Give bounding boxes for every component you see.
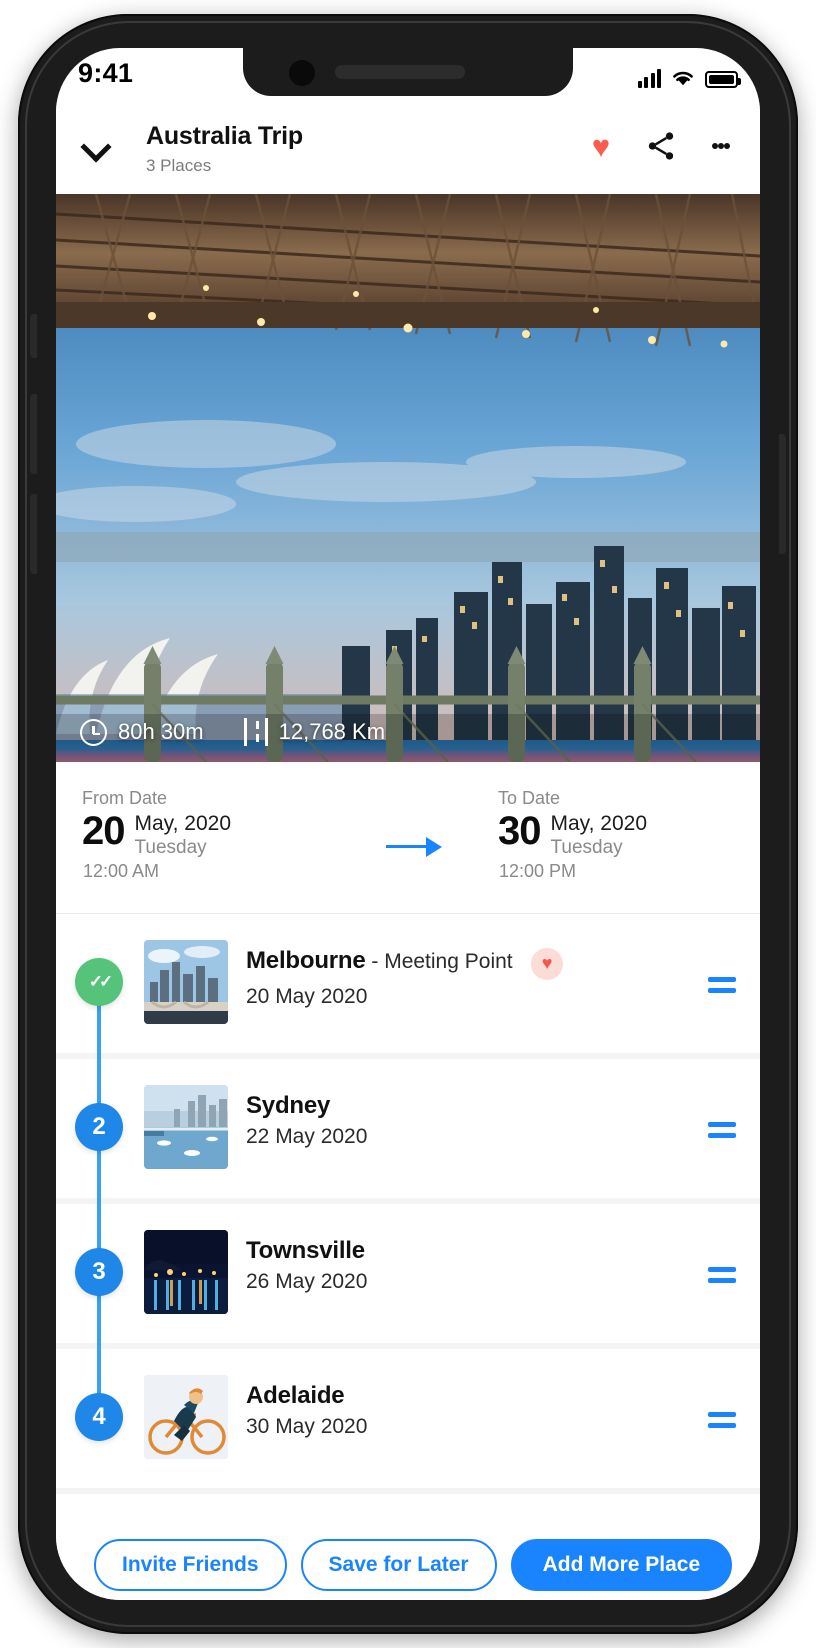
- place-date: 20 May 2020: [246, 984, 368, 1008]
- to-date-time: 12:00 PM: [499, 860, 577, 881]
- to-date-day: 30: [498, 809, 541, 853]
- power-button[interactable]: [779, 434, 786, 554]
- volume-up-button[interactable]: [30, 394, 37, 474]
- from-date-time: 12:00 AM: [83, 860, 160, 881]
- heart-icon[interactable]: ♥: [584, 129, 618, 163]
- timeline-marker: 4: [75, 1393, 123, 1441]
- to-date-month-year: May, 2020: [550, 812, 648, 835]
- place-date: 30 May 2020: [246, 1415, 368, 1438]
- places-count: 3 Places: [146, 156, 212, 175]
- place-name: Adelaide: [246, 1382, 345, 1409]
- timeline-marker: 3: [75, 1248, 123, 1296]
- date-range-row: From Date 20 May, 2020 Tuesday 12:00 AM …: [56, 762, 760, 914]
- to-date-weekday: Tuesday: [550, 836, 623, 858]
- list-item[interactable]: 3 Townsville 26 May 2020: [56, 1204, 760, 1349]
- from-date-weekday: Tuesday: [134, 836, 207, 858]
- place-thumbnail: [144, 1230, 228, 1314]
- status-indicators: [637, 62, 741, 88]
- drag-handle-icon[interactable]: [708, 1412, 736, 1434]
- place-date: 22 May 2020: [246, 1125, 368, 1148]
- trip-duration-value: 80h 30m: [118, 719, 204, 744]
- place-thumbnail: [144, 940, 228, 1024]
- arrow-right-icon: [386, 836, 442, 858]
- to-date[interactable]: To Date 30 May, 2020 Tuesday 12:00 PM: [498, 788, 647, 882]
- timeline-marker-completed: [75, 958, 123, 1006]
- earpiece-speaker: [335, 65, 465, 79]
- trip-distance: 12,768 Km: [243, 718, 386, 746]
- notch: [243, 48, 573, 96]
- place-tag: - Meeting Point: [365, 950, 513, 973]
- trip-duration: 80h 30m: [80, 718, 204, 746]
- road-icon: [243, 718, 268, 746]
- from-date-day: 20: [82, 809, 125, 853]
- drag-handle-icon[interactable]: [708, 977, 736, 999]
- list-item[interactable]: 2 Sydney 22 May 2020: [56, 1059, 760, 1204]
- wifi-icon: [673, 71, 693, 86]
- place-name: Townsville: [246, 1237, 365, 1264]
- more-vertical-icon[interactable]: [704, 129, 738, 163]
- place-meta: Townsville 26 May 2020: [246, 1237, 680, 1294]
- phone-screen: 9:41 Australia Trip 3 Places ♥ 80h 30m 1…: [56, 48, 760, 1600]
- app-header: Australia Trip 3 Places ♥: [56, 102, 760, 194]
- silent-switch[interactable]: [30, 314, 37, 358]
- place-meta: Sydney 22 May 2020: [246, 1092, 680, 1149]
- place-meta: Melbourne - Meeting Point ♥ 20 May 2020: [246, 947, 680, 1009]
- add-more-place-button[interactable]: Add More Place: [510, 1539, 733, 1591]
- place-thumbnail: [144, 1085, 228, 1169]
- timeline-connector: [97, 966, 101, 1438]
- invite-friends-button[interactable]: Invite Friends: [94, 1539, 287, 1591]
- timeline-marker: 2: [75, 1103, 123, 1151]
- heart-icon[interactable]: ♥: [531, 947, 564, 980]
- from-date-label: From Date: [82, 788, 168, 808]
- place-name: Melbourne: [246, 947, 366, 974]
- list-item[interactable]: Melbourne - Meeting Point ♥ 20 May 2020: [56, 914, 760, 1059]
- save-for-later-button[interactable]: Save for Later: [300, 1539, 497, 1591]
- place-name: Sydney: [246, 1092, 331, 1119]
- bottom-action-bar: Invite Friends Save for Later Add More P…: [56, 1530, 760, 1600]
- place-date: 26 May 2020: [246, 1270, 368, 1293]
- volume-down-button[interactable]: [30, 494, 37, 574]
- trip-stats: 80h 30m 12,768 Km: [80, 718, 385, 746]
- screenshot-stage: 9:41 Australia Trip 3 Places ♥ 80h 30m 1…: [0, 0, 816, 1648]
- from-date[interactable]: From Date 20 May, 2020 Tuesday 12:00 AM: [82, 788, 231, 882]
- header-actions: ♥: [584, 124, 738, 168]
- status-time: 9:41: [78, 58, 134, 88]
- front-camera-icon: [289, 60, 315, 86]
- drag-handle-icon[interactable]: [708, 1122, 736, 1144]
- places-timeline: Melbourne - Meeting Point ♥ 20 May 2020 …: [56, 914, 760, 1534]
- page-title: Australia Trip: [146, 122, 303, 150]
- hero-image: 80h 30m 12,768 Km: [56, 194, 760, 762]
- chevron-down-icon[interactable]: [82, 136, 112, 154]
- drag-handle-icon[interactable]: [708, 1267, 736, 1289]
- share-icon[interactable]: [644, 129, 678, 163]
- place-thumbnail: [144, 1375, 228, 1459]
- place-meta: Adelaide 30 May 2020: [246, 1382, 680, 1439]
- clock-icon: [80, 718, 107, 746]
- signal-bars-icon: [637, 68, 661, 88]
- trip-distance-value: 12,768 Km: [278, 719, 386, 744]
- battery-icon: [705, 71, 741, 88]
- list-item[interactable]: 4 Adelaide 30 May 2020: [56, 1349, 760, 1494]
- from-date-month-year: May, 2020: [134, 812, 232, 835]
- to-date-label: To Date: [498, 788, 561, 808]
